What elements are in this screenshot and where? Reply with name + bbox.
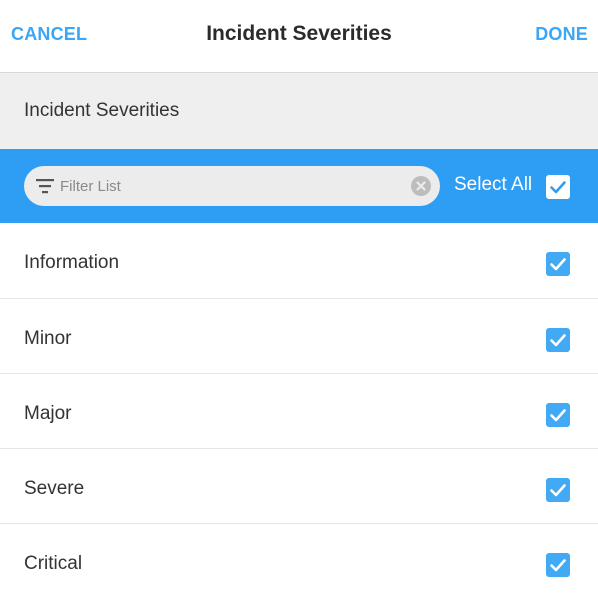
- clear-icon[interactable]: [411, 176, 431, 196]
- page-title: Incident Severities: [206, 22, 392, 45]
- list-item-label: Major: [24, 403, 72, 424]
- list-item-label: Minor: [24, 328, 72, 349]
- filter-bar: Select All: [0, 149, 598, 223]
- list-item-label: Critical: [24, 553, 83, 574]
- list-item-severe[interactable]: Severe: [0, 448, 598, 523]
- checkmark-icon: [550, 559, 566, 572]
- item-checkbox[interactable]: [546, 553, 570, 577]
- item-checkbox[interactable]: [546, 403, 570, 427]
- checkmark-icon: [550, 409, 566, 422]
- item-checkbox[interactable]: [546, 328, 570, 352]
- severity-list: Information Minor Major Severe Critical: [0, 223, 598, 598]
- list-item-information[interactable]: Information: [0, 223, 598, 298]
- item-checkbox[interactable]: [546, 252, 570, 276]
- navigation-bar: CANCEL Incident Severities DONE: [0, 0, 598, 73]
- filter-input[interactable]: [60, 166, 390, 206]
- list-item-major[interactable]: Major: [0, 373, 598, 448]
- section-header: Incident Severities: [0, 73, 598, 149]
- filter-search-box: [24, 166, 440, 206]
- checkmark-icon: [550, 334, 566, 347]
- item-checkbox[interactable]: [546, 478, 570, 502]
- list-item-critical[interactable]: Critical: [0, 523, 598, 598]
- list-item-minor[interactable]: Minor: [0, 298, 598, 373]
- done-button[interactable]: DONE: [535, 24, 588, 45]
- filter-icon: [36, 178, 54, 194]
- select-all-label[interactable]: Select All: [454, 174, 532, 196]
- checkmark-icon: [550, 484, 566, 497]
- section-title: Incident Severities: [24, 100, 180, 121]
- checkmark-icon: [550, 258, 566, 271]
- checkmark-icon: [550, 181, 566, 194]
- list-item-label: Information: [24, 252, 120, 273]
- select-all-checkbox[interactable]: [546, 175, 570, 199]
- list-item-label: Severe: [24, 478, 85, 499]
